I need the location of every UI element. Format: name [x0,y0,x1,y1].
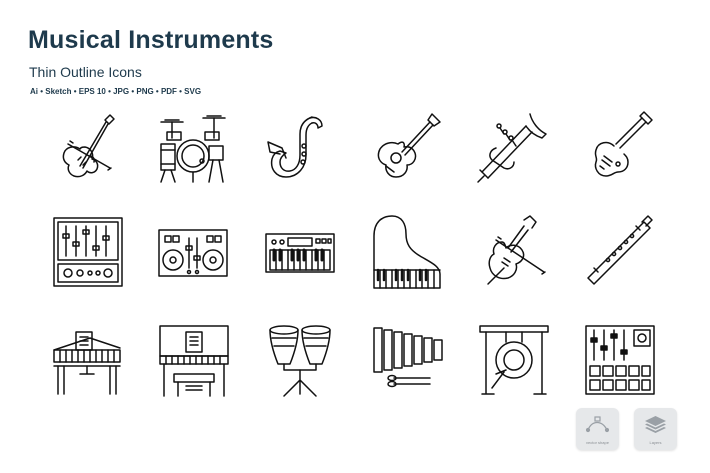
synthesizer-icon [262,212,338,288]
violin-icon [50,110,126,186]
format-list: Ai • Sketch • EPS 10 • JPG • PNG • PDF •… [30,87,202,96]
cello-icon [476,212,552,288]
vector-shape-label: vector shape [586,440,609,445]
saxophone-icon [260,110,336,186]
upright-piano-icon [156,322,232,398]
page-title: Musical Instruments [28,26,274,54]
vector-shape-icon [586,416,609,433]
dj-controller-icon [155,212,231,288]
electric-guitar-icon [580,110,656,186]
gong-icon [476,322,552,398]
drum-pad-controller-icon [582,322,658,398]
layers-badge: Layers [634,408,677,450]
grand-piano-top-icon [370,212,446,288]
mixing-console-icon [50,212,126,288]
grand-piano-icon [50,322,126,398]
xylophone-icon [370,322,446,398]
flute-icon [580,212,656,288]
acoustic-guitar-icon [368,110,444,186]
trumpet-icon [474,110,550,186]
vector-shape-badge: vector shape [576,408,619,450]
layers-label: Layers [649,440,662,445]
drum-kit-icon [155,110,231,186]
page-subtitle: Thin Outline Icons [29,64,142,80]
conga-drums-icon [262,322,338,398]
layers-icon [645,416,666,433]
